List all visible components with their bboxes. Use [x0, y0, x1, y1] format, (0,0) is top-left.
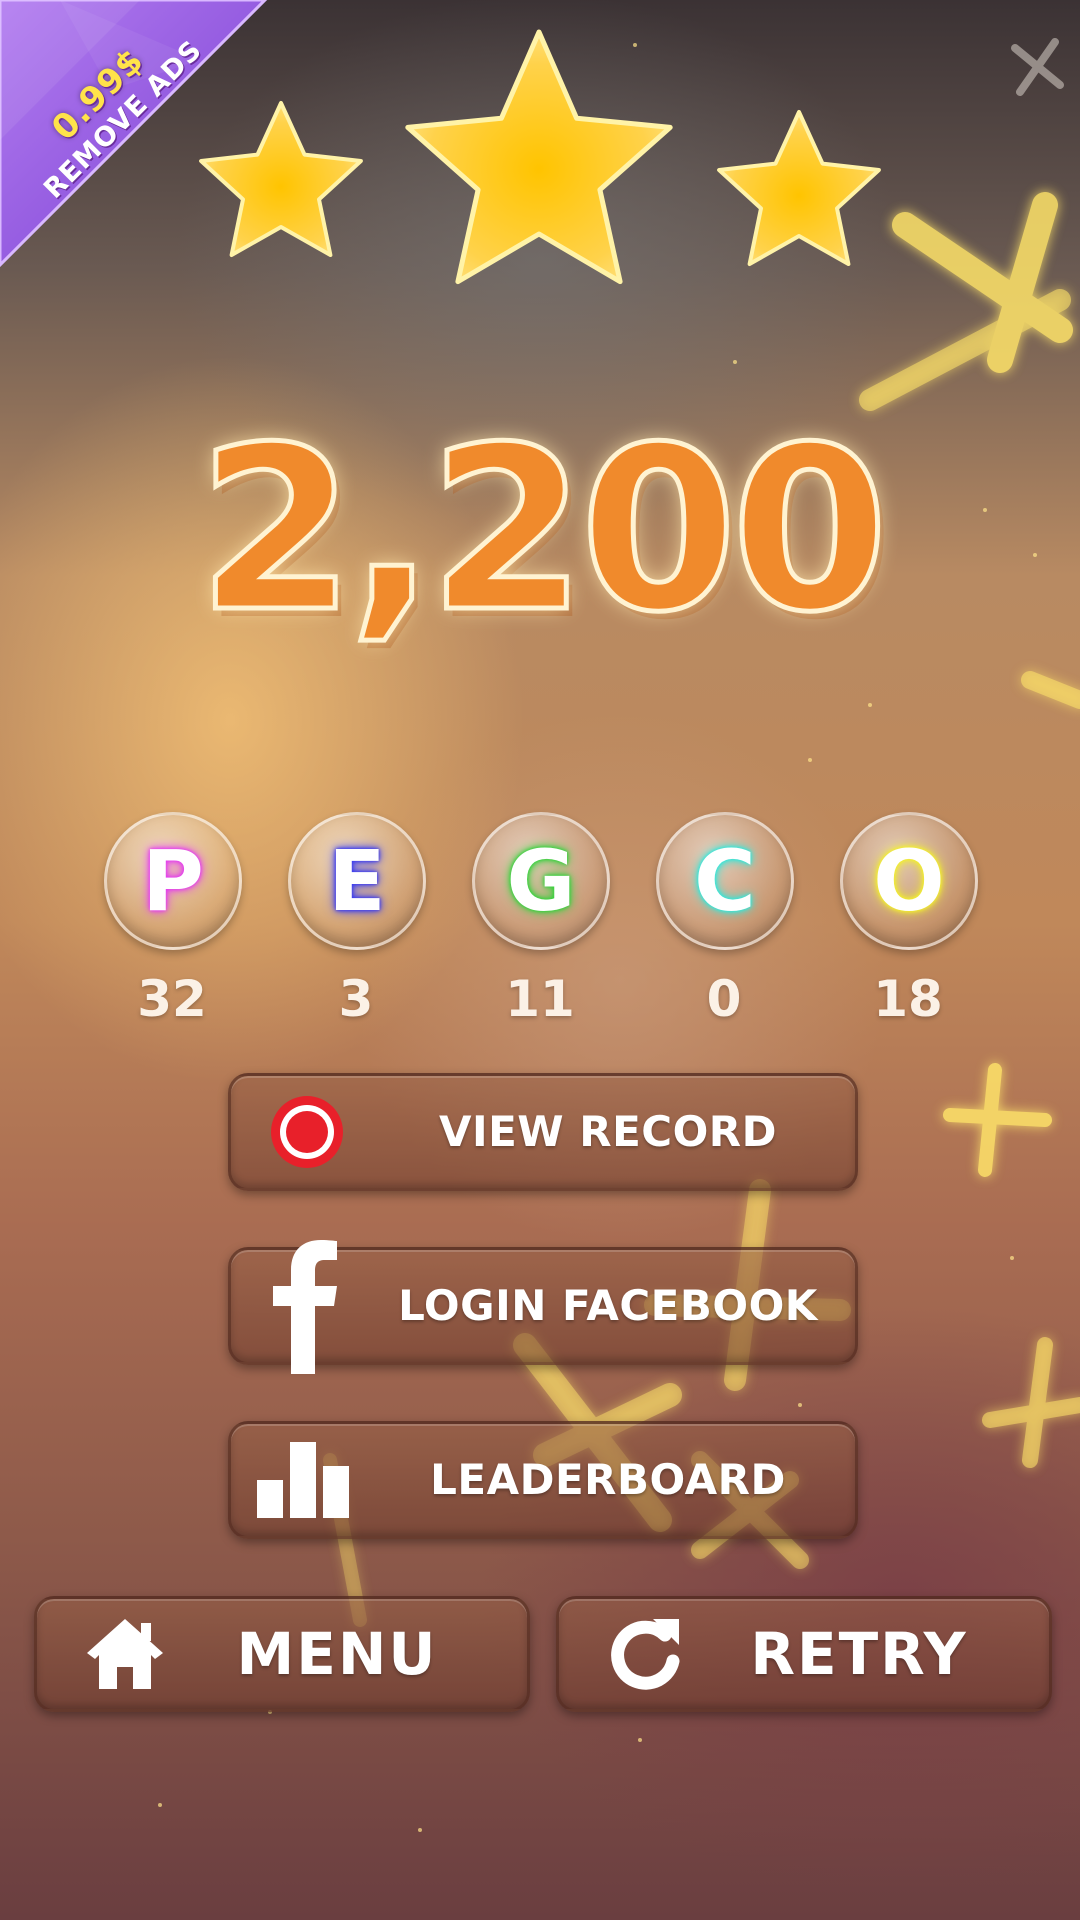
letter-count: 18: [873, 970, 943, 1028]
view-record-label: VIEW RECORD: [438, 1107, 778, 1156]
letter-badge: O: [840, 812, 978, 950]
letter-badge: G: [472, 812, 610, 950]
letter-stat-o: O 18: [840, 812, 978, 1028]
letter-char: G: [506, 832, 576, 930]
letter-badge: P: [104, 812, 242, 950]
letter-char: O: [873, 832, 945, 930]
score-value: 2,200: [195, 399, 891, 662]
letter-char: P: [142, 832, 204, 930]
letter-count: 32: [137, 970, 207, 1028]
letter-badge: C: [656, 812, 794, 950]
star-icon-left: [199, 101, 363, 257]
letter-stat-c: C 0: [656, 812, 794, 1028]
facebook-icon: [273, 1240, 337, 1374]
letter-count: 0: [706, 970, 742, 1028]
star-icon-right: [717, 110, 881, 266]
leaderboard-icon: [257, 1442, 349, 1518]
login-facebook-button[interactable]: LOGIN FACEBOOK: [228, 1240, 858, 1374]
record-icon: [271, 1096, 343, 1168]
letter-stat-p: P 32: [104, 812, 242, 1028]
letter-stat-g: G 11: [472, 812, 610, 1028]
letter-char: E: [328, 832, 386, 930]
menu-label: MENU: [236, 1620, 438, 1688]
star-rating: [199, 29, 881, 285]
letter-stats: P 32 E 3 G 11 C 0 O 18: [0, 812, 1080, 1032]
retry-icon: [611, 1619, 680, 1690]
retry-button[interactable]: RETRY: [556, 1596, 1052, 1712]
letter-char: C: [694, 832, 756, 930]
star-icon-center: [405, 29, 673, 285]
retry-label: RETRY: [750, 1620, 968, 1688]
letter-count: 11: [505, 970, 575, 1028]
leaderboard-button[interactable]: LEADERBOARD: [228, 1421, 858, 1539]
home-icon: [87, 1619, 163, 1689]
view-record-button[interactable]: VIEW RECORD: [228, 1073, 858, 1191]
menu-button[interactable]: MENU: [34, 1596, 530, 1712]
letter-stat-e: E 3: [288, 812, 426, 1028]
letter-count: 3: [338, 970, 374, 1028]
login-facebook-label: LOGIN FACEBOOK: [398, 1281, 818, 1330]
letter-badge: E: [288, 812, 426, 950]
leaderboard-label: LEADERBOARD: [430, 1455, 786, 1504]
